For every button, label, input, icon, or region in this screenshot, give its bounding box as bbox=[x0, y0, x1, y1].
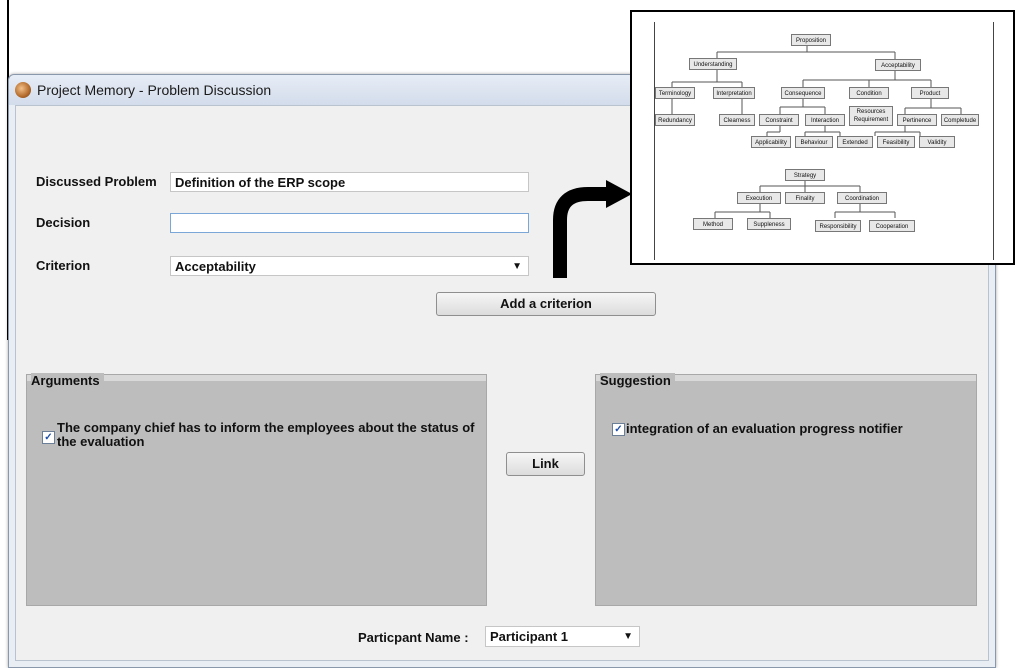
node-terminology: Terminology bbox=[655, 87, 695, 99]
node-redundancy: Redundancy bbox=[655, 114, 695, 126]
node-validity: Validity bbox=[919, 136, 955, 148]
node-responsibility: Responsibility bbox=[815, 220, 861, 232]
node-coordination: Coordination bbox=[837, 192, 887, 204]
criterion-select[interactable]: Acceptability ▼ bbox=[170, 256, 529, 276]
suggestion-panel: Suggestion ✓ integration of an evaluatio… bbox=[595, 373, 977, 606]
curved-arrow-icon bbox=[553, 180, 632, 278]
node-interpretation: Interpretation bbox=[713, 87, 755, 99]
suggestion-checkbox[interactable]: ✓ bbox=[612, 423, 625, 436]
decision-field[interactable] bbox=[170, 213, 529, 233]
suggestion-title: Suggestion bbox=[600, 373, 675, 388]
participant-select-value: Participant 1 bbox=[490, 629, 569, 644]
participant-name-label: Particpant Name : bbox=[358, 630, 469, 645]
node-method: Method bbox=[693, 218, 733, 230]
link-button[interactable]: Link bbox=[506, 452, 585, 476]
participant-select[interactable]: Participant 1 ▼ bbox=[485, 626, 640, 647]
node-behaviour: Behaviour bbox=[795, 136, 833, 148]
decision-label: Decision bbox=[36, 215, 91, 230]
node-cooperation: Cooperation bbox=[869, 220, 915, 232]
node-proposition: Proposition bbox=[791, 34, 831, 46]
node-resources-line1: Resources bbox=[856, 109, 886, 115]
node-clearness: Clearness bbox=[719, 114, 755, 126]
node-consequence: Consequence bbox=[781, 87, 825, 99]
node-suppleness: Suppleness bbox=[747, 218, 791, 230]
diagram-frame: Proposition Understanding Acceptability … bbox=[654, 22, 994, 260]
chevron-down-icon: ▼ bbox=[512, 261, 522, 272]
node-feasibility: Feasibility bbox=[877, 136, 915, 148]
node-interaction: Interaction bbox=[805, 114, 845, 126]
arguments-panel: Arguments ✓ The company chief has to inf… bbox=[26, 373, 487, 606]
node-execution: Execution bbox=[737, 192, 781, 204]
node-product: Product bbox=[911, 87, 949, 99]
node-constraint: Constraint bbox=[759, 114, 799, 126]
window-title: Project Memory - Problem Discussion bbox=[37, 82, 272, 98]
node-resources-line2: Requirement bbox=[853, 117, 889, 123]
node-understanding: Understanding bbox=[689, 58, 737, 70]
node-acceptability: Acceptability bbox=[875, 59, 921, 71]
argument-text: The company chief has to inform the empl… bbox=[57, 420, 475, 449]
discussed-problem-field[interactable]: Definition of the ERP scope bbox=[170, 172, 529, 192]
node-applicability: Applicability bbox=[751, 136, 791, 148]
chevron-down-icon: ▼ bbox=[623, 631, 633, 642]
node-resources-requirement: Resources Requirement bbox=[849, 106, 893, 126]
criteria-tree-diagram: Proposition Understanding Acceptability … bbox=[630, 10, 1015, 265]
app-icon bbox=[15, 82, 31, 98]
add-criterion-button[interactable]: Add a criterion bbox=[436, 292, 656, 316]
argument-checkbox[interactable]: ✓ bbox=[42, 431, 55, 444]
node-finality: Finality bbox=[785, 192, 825, 204]
arguments-title: Arguments bbox=[31, 373, 104, 388]
node-condition: Condition bbox=[849, 87, 889, 99]
node-pertinence: Pertinence bbox=[897, 114, 937, 126]
node-completude: Completude bbox=[941, 114, 979, 126]
criterion-label: Criterion bbox=[36, 258, 91, 273]
node-extended: Extended bbox=[837, 136, 873, 148]
discussed-problem-label: Discussed Problem bbox=[36, 174, 157, 189]
node-strategy: Strategy bbox=[785, 169, 825, 181]
criterion-select-value: Acceptability bbox=[175, 259, 256, 274]
suggestion-text: integration of an evaluation progress no… bbox=[626, 421, 903, 436]
